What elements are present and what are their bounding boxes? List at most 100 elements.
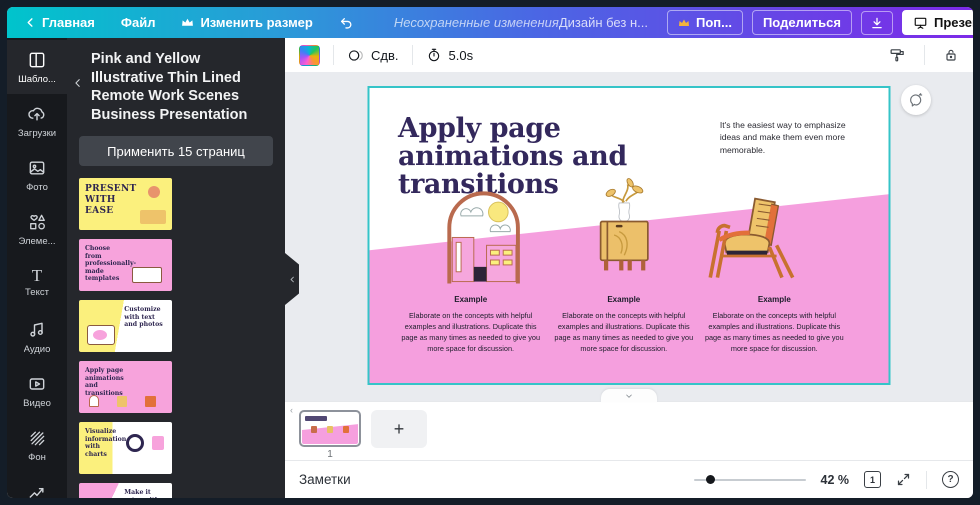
help-button[interactable]: ?	[942, 471, 959, 488]
example-column-3[interactable]: Example Elaborate on the concepts with h…	[704, 295, 844, 355]
paint-roller-icon[interactable]	[889, 47, 906, 64]
thumb-illustration	[140, 210, 166, 224]
sidebar-item-label: Видео	[23, 398, 51, 409]
sidebar-item-label: Шабло...	[18, 74, 56, 85]
panel-back-button[interactable]	[73, 76, 87, 94]
template-thumb-1[interactable]: PRESENT WITH EASE	[79, 178, 172, 230]
grid-view-button[interactable]: 1	[864, 471, 881, 488]
slide-page[interactable]: Apply page animations and transitions It…	[368, 86, 891, 385]
home-button[interactable]: Главная	[25, 15, 95, 30]
present-label: Презентация	[934, 15, 973, 30]
elements-icon	[27, 212, 47, 232]
background-color-chip[interactable]	[299, 45, 320, 66]
design-title[interactable]: Дизайн без н...	[559, 15, 648, 30]
sidebar-item-uploads[interactable]: Загрузки	[7, 94, 67, 148]
slide-subtitle[interactable]: It's the easiest way to emphasize ideas …	[720, 119, 855, 156]
comment-button[interactable]	[901, 85, 931, 115]
comment-bubble-icon	[908, 92, 924, 108]
toolbar-divider	[333, 45, 334, 65]
template-set-title: Pink and Yellow Illustrative Thin Lined …	[91, 50, 275, 124]
thumb-illustration	[148, 186, 160, 198]
example-column-1[interactable]: Example Elaborate on the concepts with h…	[401, 295, 541, 355]
thumb-title: Apply page animations and transitions	[85, 367, 129, 397]
templates-panel: Pink and Yellow Illustrative Thin Lined …	[67, 38, 285, 498]
duration-button[interactable]: 5.0s	[426, 47, 474, 63]
example-body: Elaborate on the concepts with helpful e…	[401, 310, 541, 355]
zoom-slider-knob[interactable]	[706, 475, 715, 484]
chevron-left-icon	[289, 275, 296, 284]
top-bar: Главная Файл Изменить размер Несохраненн…	[7, 7, 973, 38]
upgrade-button[interactable]: Поп...	[667, 10, 743, 35]
sidebar-item-label: Аудио	[24, 344, 51, 355]
duration-label: 5.0s	[449, 48, 474, 63]
toolbar-divider	[412, 45, 413, 65]
lock-icon[interactable]	[943, 47, 959, 63]
thumb-illustration	[117, 396, 127, 407]
timer-icon	[426, 47, 442, 63]
toolbar-divider	[924, 45, 925, 65]
sidebar-item-audio[interactable]: Аудио	[7, 310, 67, 364]
thumb-illustration	[89, 395, 99, 407]
sidebar-item-text[interactable]: T Текст	[7, 256, 67, 310]
animate-icon	[347, 47, 364, 64]
thumb-illustration	[152, 436, 164, 450]
upgrade-label: Поп...	[696, 15, 732, 30]
template-thumb-4[interactable]: Apply page animations and transitions	[79, 361, 172, 413]
sidebar-item-label: Текст	[25, 287, 49, 298]
file-label: Файл	[121, 15, 156, 30]
sidebar-item-background[interactable]: Фон	[7, 418, 67, 472]
bottombar-collapse-tab[interactable]	[601, 389, 657, 402]
example-column-2[interactable]: Example Elaborate on the concepts with h…	[554, 295, 694, 355]
thumb-title: Choose from professionally-made template…	[85, 245, 129, 282]
sidebar-item-charts[interactable]: Диагра...	[7, 472, 67, 498]
animate-label: Сдв.	[371, 48, 399, 63]
chevron-left-icon	[73, 77, 83, 89]
context-toolbar: Сдв. 5.0s	[285, 38, 973, 72]
template-thumb-2[interactable]: Choose from professionally-made template…	[79, 239, 172, 291]
undo-button[interactable]	[339, 16, 354, 29]
download-icon	[870, 16, 884, 30]
chevron-left-icon	[25, 17, 36, 28]
add-page-button[interactable]: +	[371, 410, 427, 448]
share-button[interactable]: Поделиться	[752, 10, 852, 35]
present-button[interactable]: Презентация	[902, 10, 973, 35]
notes-button[interactable]: Заметки	[299, 472, 351, 487]
sidebar-item-templates[interactable]: Шабло...	[7, 40, 67, 94]
status-divider	[926, 471, 927, 489]
sidebar-item-label: Элеме...	[18, 236, 55, 247]
editor-canvas: Сдв. 5.0s Apply page animations and tran	[285, 38, 973, 498]
file-menu[interactable]: Файл	[121, 15, 156, 30]
cabinet-vase-illustration[interactable]	[590, 168, 657, 292]
sidebar-item-elements[interactable]: Элеме...	[7, 202, 67, 256]
template-thumb-3[interactable]: Customize with text and photos	[79, 300, 172, 352]
sidebar-item-photos[interactable]: Фото	[7, 148, 67, 202]
undo-icon	[339, 16, 354, 29]
template-thumb-5[interactable]: Visualize information with charts	[79, 422, 172, 474]
stage: Apply page animations and transitions It…	[285, 72, 973, 401]
sidebar-item-video[interactable]: Видео	[7, 364, 67, 418]
armchair-illustration[interactable]	[699, 185, 798, 291]
arched-window-illustration[interactable]	[440, 177, 528, 292]
video-icon	[27, 374, 47, 394]
templates-icon	[27, 50, 47, 70]
sidebar-item-label: Загрузки	[18, 128, 56, 139]
example-body: Elaborate on the concepts with helpful e…	[554, 310, 694, 355]
example-heading: Example	[401, 295, 541, 304]
download-button[interactable]	[861, 11, 893, 35]
animate-button[interactable]: Сдв.	[347, 47, 399, 64]
apply-all-pages-button[interactable]: Применить 15 страниц	[79, 136, 273, 166]
audio-icon	[27, 320, 47, 340]
template-thumb-6[interactable]: Make it extra with magic shortcuts.	[79, 483, 172, 498]
thumb-illustration	[132, 267, 162, 283]
filmstrip-scroll-left[interactable]: ‹	[290, 405, 293, 415]
uploads-icon	[27, 104, 47, 124]
template-thumbnails: PRESENT WITH EASE Choose from profession…	[67, 176, 285, 498]
home-label: Главная	[42, 15, 95, 30]
zoom-slider[interactable]	[694, 473, 806, 487]
app-window: Главная Файл Изменить размер Несохраненн…	[7, 7, 973, 498]
grid-view-page-count: 1	[870, 475, 875, 485]
fullscreen-icon[interactable]	[896, 472, 911, 487]
page-thumbnail-1[interactable]: 1	[299, 410, 361, 460]
window-frame: Главная Файл Изменить размер Несохраненн…	[0, 0, 980, 505]
resize-button[interactable]: Изменить размер	[181, 15, 312, 30]
